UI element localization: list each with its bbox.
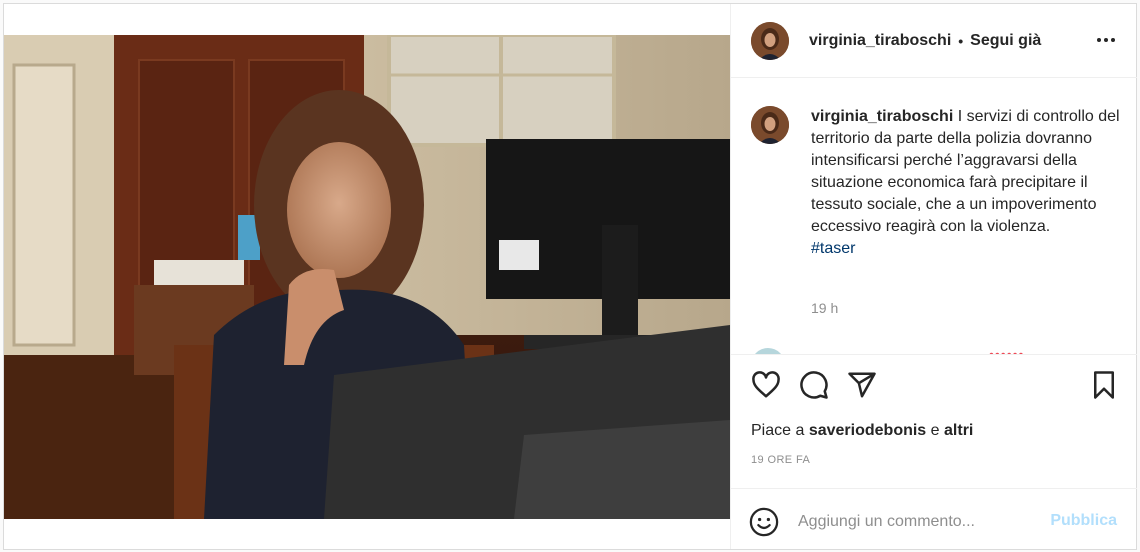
heart-icon[interactable]: [751, 370, 781, 400]
header-separator: •: [958, 32, 964, 49]
caption-text: virginia_tiraboschi I servizi di control…: [811, 106, 1121, 260]
comment-input[interactable]: [798, 509, 1038, 535]
likes-others-link[interactable]: altri: [944, 422, 973, 439]
post-timestamp[interactable]: 19 ORE FA: [751, 454, 810, 466]
share-icon[interactable]: [847, 370, 877, 400]
post-photo[interactable]: [4, 35, 730, 519]
more-options-icon[interactable]: [1097, 38, 1115, 42]
post-header: virginia_tiraboschi • Segui già: [731, 4, 1137, 78]
caption-time: 19 h: [811, 300, 839, 316]
emoji-icon[interactable]: [749, 507, 779, 537]
caption-body: I servizi di controllo del territorio da…: [811, 108, 1120, 235]
comment-icon[interactable]: [799, 370, 829, 400]
comments-section: virginia_tiraboschi I servizi di control…: [731, 78, 1137, 354]
caption: virginia_tiraboschi I servizi di control…: [751, 106, 1121, 260]
comment-preview-text: ••••••: [989, 346, 1025, 354]
bookmark-icon[interactable]: [1089, 370, 1119, 400]
photo-image: [4, 35, 730, 519]
header-username[interactable]: virginia_tiraboschi: [809, 32, 951, 50]
hashtag-link[interactable]: #taser: [811, 240, 855, 257]
caption-avatar[interactable]: [751, 106, 789, 144]
likes-user-link[interactable]: saveriodebonis: [809, 422, 926, 439]
following-button[interactable]: Segui già: [970, 32, 1041, 50]
caption-username[interactable]: virginia_tiraboschi: [811, 108, 953, 125]
add-comment-bar: Pubblica: [731, 488, 1137, 552]
avatar-image: [751, 106, 789, 144]
publish-button[interactable]: Pubblica: [1050, 512, 1117, 530]
avatar-image: [751, 21, 789, 60]
action-bar: [731, 354, 1137, 415]
likes-prefix: Piace a: [751, 422, 805, 439]
post-media: [4, 4, 730, 549]
instagram-post: virginia_tiraboschi • Segui già virginia…: [3, 3, 1137, 550]
post-sidebar: virginia_tiraboschi • Segui già virginia…: [730, 4, 1137, 549]
likes-line: Piace a saveriodebonis e altri: [751, 422, 973, 440]
likes-conj: e: [930, 422, 940, 439]
avatar[interactable]: [751, 21, 789, 60]
